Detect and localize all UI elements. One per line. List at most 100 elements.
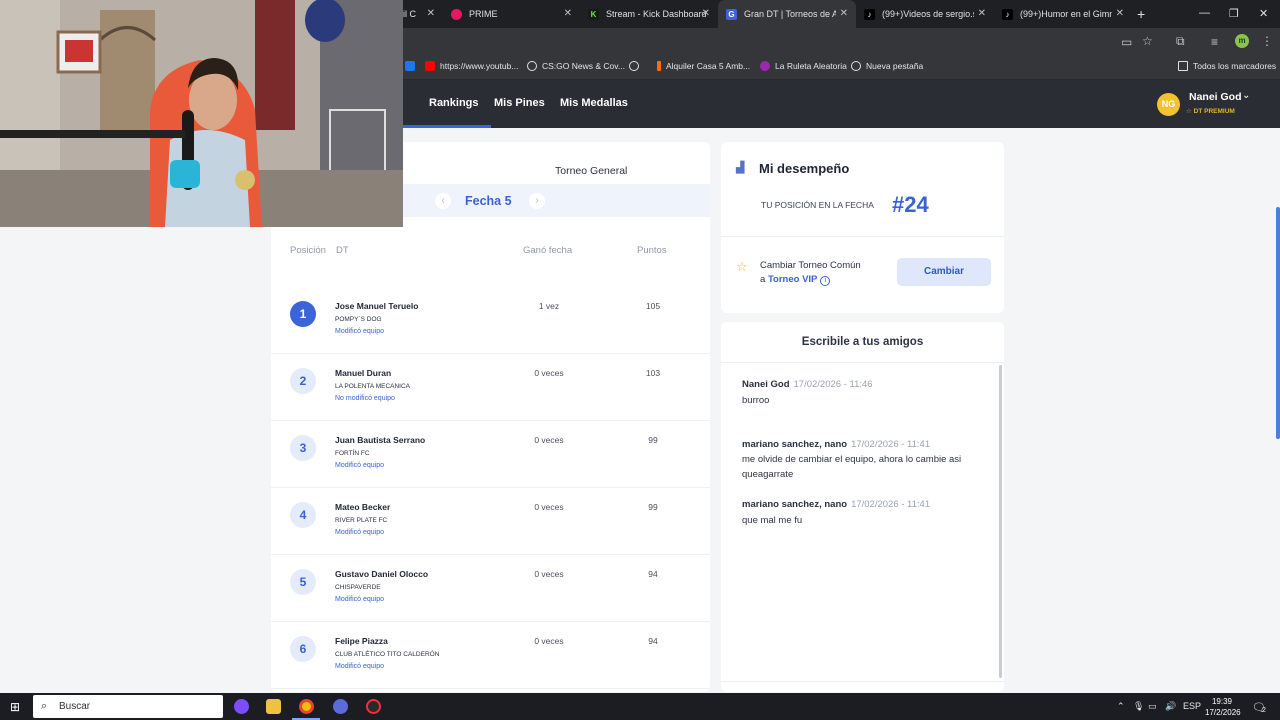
bookmark-globe[interactable]	[629, 61, 644, 71]
file-explorer-icon[interactable]	[266, 699, 281, 714]
rank-badge: 6	[290, 636, 316, 662]
dt-team: CHISPAVERDE	[335, 584, 381, 591]
message-author: Nanei God 17/02/2026 - 11:46	[742, 379, 873, 390]
change-tournament-text-2: a Torneo VIP i	[760, 274, 831, 286]
premium-badge: ☆ DT PREMIUM	[1186, 108, 1235, 115]
bookmark-nueva[interactable]: Nueva pestaña	[851, 61, 923, 71]
bookmark-youtube[interactable]: https://www.youtub...	[425, 61, 518, 71]
browser-tab[interactable]: ♪ (99+)Humor en el Gimna ✕	[994, 0, 1132, 28]
nav-active-indicator	[403, 125, 491, 128]
dt-name[interactable]: Juan Bautista Serrano	[335, 435, 425, 445]
browser-tab-active[interactable]: G Gran DT | Torneos de Am ✕	[718, 0, 856, 28]
notification-count: 2	[1262, 707, 1266, 714]
extensions-icon[interactable]: ⧉	[1176, 34, 1185, 49]
ranking-row[interactable]: 3 Juan Bautista Serrano FORTÍN FC Modifi…	[271, 421, 710, 488]
globe-icon	[629, 61, 639, 71]
pin-icon	[657, 61, 661, 71]
info-icon[interactable]: i	[820, 276, 831, 286]
restore-icon[interactable]: ❐	[1229, 7, 1239, 20]
facebook-bookmark-icon[interactable]	[405, 61, 420, 71]
dt-name[interactable]: Manuel Duran	[335, 368, 391, 378]
bookmark-star-icon[interactable]: ☆	[1142, 34, 1153, 48]
divider	[721, 236, 1004, 237]
dt-name[interactable]: Gustavo Daniel Olocco	[335, 569, 428, 579]
user-avatar[interactable]: NG	[1157, 93, 1180, 116]
nav-mis-pines[interactable]: Mis Pines	[494, 97, 545, 109]
bookmark-csgo[interactable]: CS:GO News & Cov...	[527, 61, 625, 71]
close-tab-icon[interactable]: ✕	[564, 8, 572, 19]
all-bookmarks[interactable]: Todos los marcadores	[1178, 61, 1276, 71]
message-text: me olvide de cambiar el equipo, ahora lo…	[742, 454, 962, 480]
close-tab-icon[interactable]: ✕	[702, 8, 710, 19]
new-tab-button[interactable]: +	[1137, 6, 1145, 22]
prev-fecha-button[interactable]: ‹	[435, 193, 451, 209]
vip-link[interactable]: Torneo VIP	[768, 274, 817, 285]
grandt-icon: G	[726, 8, 737, 20]
tab-title: (99+)Videos de sergio.sc	[882, 9, 974, 19]
chrome-icon[interactable]	[299, 699, 314, 714]
webcam-image	[0, 0, 403, 227]
microphone-icon[interactable]: 🎙	[1133, 701, 1144, 712]
next-fecha-button[interactable]: ›	[529, 193, 545, 209]
dt-name[interactable]: Mateo Becker	[335, 502, 390, 512]
dt-gano: 0 veces	[534, 569, 564, 579]
close-tab-icon[interactable]: ✕	[840, 8, 848, 19]
page-scrollbar[interactable]	[1276, 207, 1280, 439]
ranking-row[interactable]: 1 Jose Manuel Teruelo POMPY´S DOG Modifi…	[271, 287, 710, 354]
taskbar-search-placeholder: Buscar	[59, 701, 91, 712]
ranking-row[interactable]: 6 Felipe Piazza CLUB ATLÉTICO TITO CALDE…	[271, 622, 710, 689]
media-control-icon[interactable]: ≡	[1211, 35, 1218, 49]
close-window-icon[interactable]: ✕	[1259, 7, 1268, 20]
nav-rankings[interactable]: Rankings	[429, 97, 479, 109]
dt-team: CLUB ATLÉTICO TITO CALDERÓN	[335, 651, 440, 658]
webcam-overlay	[0, 0, 403, 227]
language-indicator[interactable]: ESP	[1183, 701, 1201, 711]
menu-dots-icon[interactable]: ⋮	[1261, 34, 1273, 48]
chat-scrollbar[interactable]	[999, 365, 1002, 678]
taskbar-clock[interactable]: 19:39 17/2/2026	[1205, 696, 1241, 718]
ranking-row[interactable]: 2 Manuel Duran LA POLENTA MECANICA No mo…	[271, 354, 710, 421]
clock-time: 19:39	[1211, 697, 1233, 706]
profile-avatar[interactable]: m	[1235, 34, 1249, 48]
message-text: que mal me fu	[742, 515, 803, 526]
message-time: 17/02/2026 - 11:41	[851, 439, 931, 450]
user-name[interactable]: Nanei God	[1189, 91, 1242, 103]
browser-tab[interactable]: ♪ (99+)Videos de sergio.sc ✕	[856, 0, 994, 28]
minimize-icon[interactable]: —	[1199, 7, 1210, 19]
podium-icon: ▟	[736, 162, 745, 174]
dt-gano: 0 veces	[534, 502, 564, 512]
tournament-label: Torneo General	[555, 165, 628, 177]
windows-start-icon[interactable]: ⊞	[10, 700, 20, 714]
volume-icon[interactable]: 🔊	[1165, 701, 1176, 712]
dt-points: 99	[648, 502, 658, 512]
tiktok-icon: ♪	[1002, 8, 1013, 20]
copilot-icon[interactable]	[234, 699, 249, 714]
performance-title: Mi desempeño	[759, 161, 850, 176]
dt-name[interactable]: Felipe Piazza	[335, 636, 388, 646]
dt-status: Modificó equipo	[335, 596, 385, 603]
close-tab-icon[interactable]: ✕	[978, 8, 986, 19]
dt-team: POMPY´S DOG	[335, 316, 382, 323]
app-icon[interactable]	[333, 699, 348, 714]
chevron-down-icon[interactable]: ⌄	[1242, 90, 1250, 101]
network-icon[interactable]: ▭	[1148, 701, 1157, 712]
nav-mis-medallas[interactable]: Mis Medallas	[560, 97, 628, 109]
dt-status: Modificó equipo	[335, 529, 385, 536]
browser-tab[interactable]: K Stream - Kick Dashboard ✕	[580, 0, 718, 28]
change-button[interactable]: Cambiar	[897, 258, 991, 286]
browser-tab[interactable]: PRIME ✕	[443, 0, 580, 28]
bookmark-ruleta[interactable]: La Ruleta Aleatoria	[760, 61, 847, 71]
close-tab-icon[interactable]: ✕	[427, 8, 435, 19]
clock-date: 17/2/2026	[1205, 708, 1241, 717]
obs-icon[interactable]	[366, 699, 381, 714]
close-tab-icon[interactable]: ✕	[1116, 8, 1124, 19]
rank-badge: 2	[290, 368, 316, 394]
ranking-row[interactable]: 4 Mateo Becker RIVER PLATE FC Modificó e…	[271, 488, 710, 555]
tray-chevron-icon[interactable]: ⌃	[1117, 701, 1125, 712]
dt-name[interactable]: Jose Manuel Teruelo	[335, 301, 418, 311]
ranking-row[interactable]: 5 Gustavo Daniel Olocco CHISPAVERDE Modi…	[271, 555, 710, 622]
bookmark-alquiler[interactable]: Alquiler Casa 5 Amb...	[657, 61, 750, 71]
youtube-icon	[425, 61, 435, 71]
tab-title: Gran DT | Torneos de Am	[744, 9, 836, 19]
cast-icon[interactable]: ▭	[1121, 35, 1132, 49]
